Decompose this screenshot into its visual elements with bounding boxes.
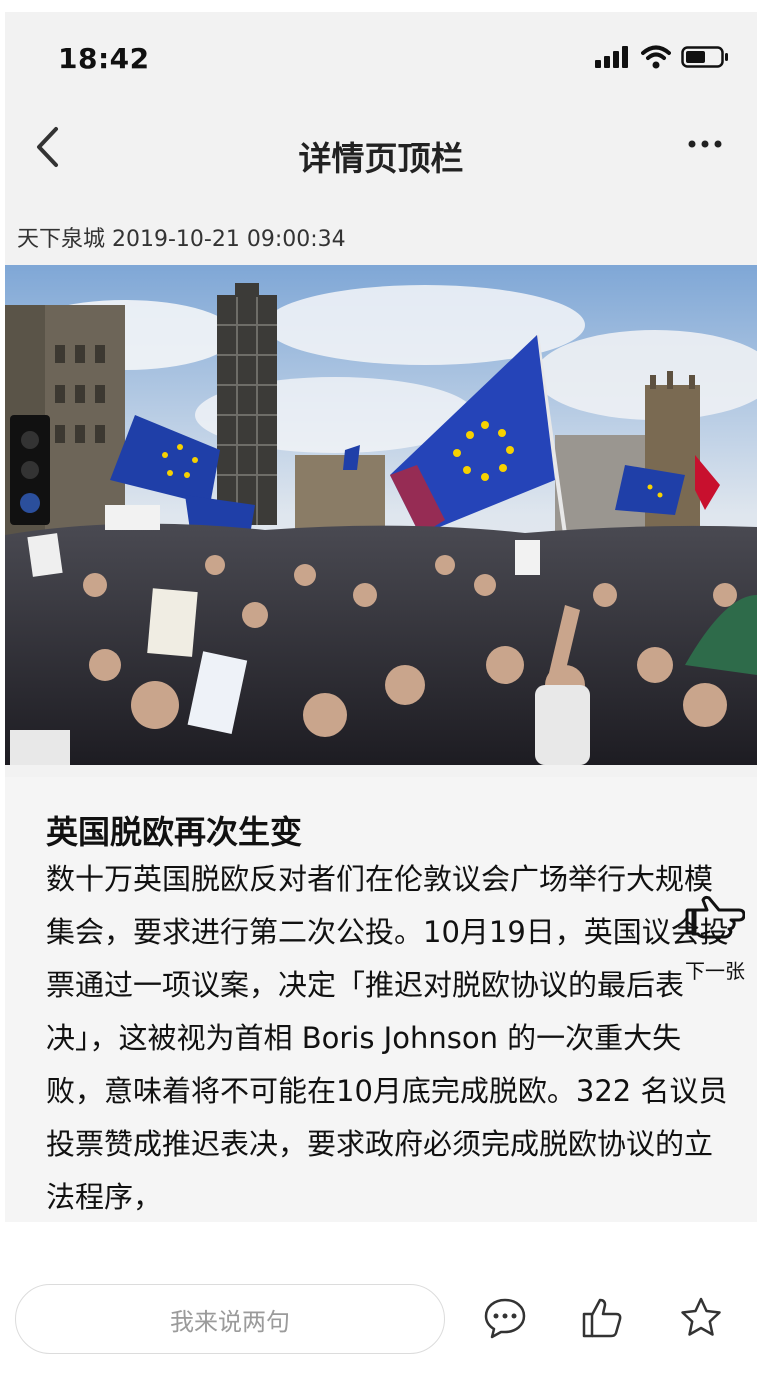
comment-input[interactable]: 我来说两句 <box>15 1284 445 1354</box>
article-body: 数十万英国脱欧反对者们在伦敦议会广场举行大规模集会，要求进行第二次公投。10月1… <box>46 862 729 1214</box>
news-photo[interactable] <box>5 265 757 765</box>
more-button[interactable] <box>677 124 733 164</box>
next-image-button[interactable]: 下一张 <box>685 892 757 983</box>
cellular-signal-icon <box>595 46 628 68</box>
article-title: 英国脱欧再次生变 <box>46 813 303 851</box>
pointing-hand-icon <box>685 895 746 939</box>
article-card: 英国脱欧再次生变 数十万英国脱欧反对者们在伦敦议会广场举行大规模集会，要求进行第… <box>5 777 757 1222</box>
status-bar: 18:42 <box>5 12 757 102</box>
phone-screen: 18:42 详情页顶栏 天下泉城 2019-10-21 09:00:34 英国脱… <box>5 12 757 1392</box>
page-title: 详情页顶栏 <box>298 139 464 178</box>
like-icon[interactable] <box>578 1294 626 1342</box>
source-time: 天下泉城 2019-10-21 09:00:34 <box>17 227 346 252</box>
status-icons <box>595 45 729 69</box>
star-icon[interactable] <box>677 1294 725 1342</box>
bottom-bar: 我来说两句 <box>5 1222 757 1392</box>
comment-icon[interactable] <box>481 1294 529 1342</box>
more-dots-icon <box>688 140 722 148</box>
status-time: 18:42 <box>58 42 150 75</box>
nav-bar: 详情页顶栏 <box>5 102 757 212</box>
next-image-label: 下一张 <box>685 959 745 983</box>
battery-icon <box>681 46 728 68</box>
wifi-icon <box>641 45 671 69</box>
rally-scene-illustration <box>5 265 757 765</box>
